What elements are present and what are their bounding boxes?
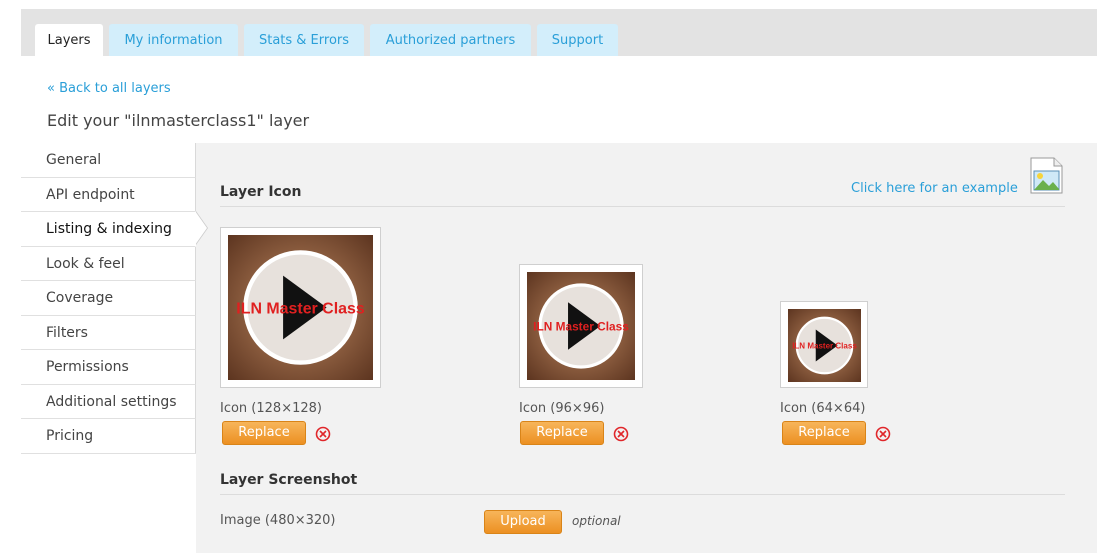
tab-support[interactable]: Support bbox=[537, 24, 618, 56]
tab-authorized-partners[interactable]: Authorized partners bbox=[370, 24, 531, 56]
section-divider bbox=[220, 494, 1065, 495]
example-link[interactable]: Click here for an example bbox=[851, 181, 1018, 196]
remove-96-icon[interactable] bbox=[613, 426, 629, 442]
sidenav-item-permissions[interactable]: Permissions bbox=[21, 350, 196, 385]
play-video-icon: ILN Master Class bbox=[788, 309, 861, 382]
side-nav: General API endpoint Listing & indexing … bbox=[21, 143, 208, 454]
play-video-icon: ILN Master Class bbox=[228, 235, 373, 380]
remove-64-icon[interactable] bbox=[875, 426, 891, 442]
sidenav-item-api-endpoint[interactable]: API endpoint bbox=[21, 177, 196, 212]
icon-96-text: ILN Master Class bbox=[533, 319, 629, 333]
sidenav-item-look-feel[interactable]: Look & feel bbox=[21, 246, 196, 281]
icon-96-label: Icon (96×96) bbox=[519, 401, 605, 416]
icon-128-frame: ILN Master Class bbox=[220, 227, 381, 388]
play-video-icon: ILN Master Class bbox=[527, 272, 635, 380]
section-divider bbox=[220, 206, 1065, 207]
sidenav-item-pricing[interactable]: Pricing bbox=[21, 419, 196, 454]
sidenav-item-coverage[interactable]: Coverage bbox=[21, 281, 196, 316]
sidenav-item-label: General bbox=[46, 152, 102, 168]
icon-64-frame: ILN Master Class bbox=[780, 301, 868, 388]
upload-button[interactable]: Upload bbox=[484, 510, 562, 534]
tab-stats-errors[interactable]: Stats & Errors bbox=[244, 24, 364, 56]
layer-icon-title: Layer Icon bbox=[220, 184, 302, 200]
tab-my-information[interactable]: My information bbox=[109, 24, 238, 56]
sidenav-item-general[interactable]: General bbox=[21, 143, 196, 178]
replace-64-button[interactable]: Replace bbox=[782, 421, 866, 445]
replace-96-button[interactable]: Replace bbox=[520, 421, 604, 445]
icon-128-label: Icon (128×128) bbox=[220, 401, 322, 416]
replace-128-button[interactable]: Replace bbox=[222, 421, 306, 445]
sidenav-item-label: Permissions bbox=[46, 359, 129, 375]
tab-layers[interactable]: Layers bbox=[35, 24, 103, 56]
sidenav-item-listing-indexing[interactable]: Listing & indexing bbox=[21, 211, 208, 247]
remove-128-icon[interactable] bbox=[315, 426, 331, 442]
sidenav-item-label: Look & feel bbox=[46, 255, 125, 272]
icon-128-text: ILN Master Class bbox=[236, 300, 365, 317]
sidenav-item-label: Listing & indexing bbox=[46, 221, 172, 237]
page-title: Edit your "ilnmasterclass1" layer bbox=[47, 111, 310, 130]
screenshot-size-label: Image (480×320) bbox=[220, 513, 336, 528]
image-file-icon[interactable] bbox=[1030, 157, 1063, 194]
icon-96-frame: ILN Master Class bbox=[519, 264, 643, 388]
sidenav-item-label: Coverage bbox=[46, 290, 114, 306]
optional-label: optional bbox=[572, 514, 621, 528]
icon-64-label: Icon (64×64) bbox=[780, 401, 866, 416]
icon-64-text: ILN Master Class bbox=[792, 341, 857, 350]
active-arrow bbox=[195, 211, 207, 245]
sidenav-item-label: Additional settings bbox=[46, 393, 177, 410]
sidenav-item-additional-settings[interactable]: Additional settings bbox=[21, 384, 196, 419]
sidenav-item-label: Filters bbox=[46, 324, 88, 341]
sidenav-item-filters[interactable]: Filters bbox=[21, 315, 196, 350]
layer-screenshot-title: Layer Screenshot bbox=[220, 472, 358, 488]
sidenav-item-label: Pricing bbox=[46, 428, 94, 444]
sidenav-item-label: API endpoint bbox=[46, 186, 135, 203]
back-to-layers-link[interactable]: « Back to all layers bbox=[47, 81, 171, 96]
